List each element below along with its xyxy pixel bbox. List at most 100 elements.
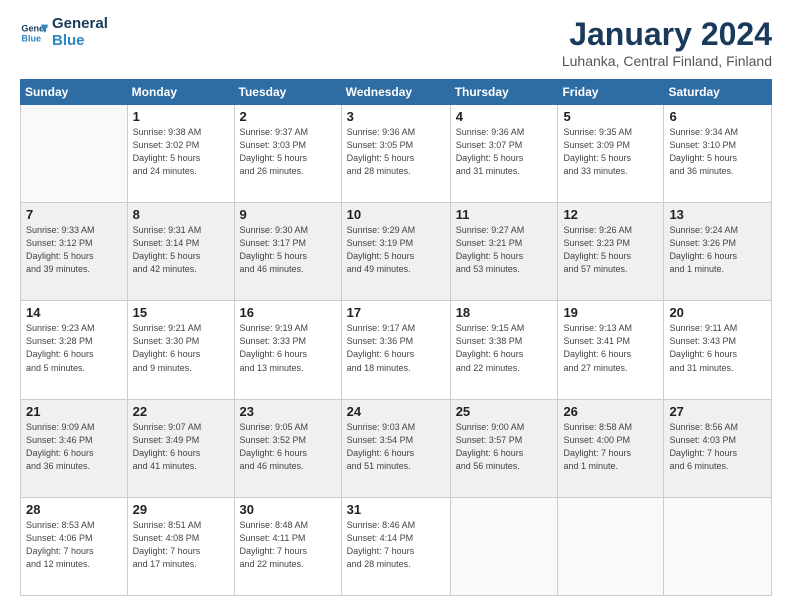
day-info: Sunrise: 9:19 AM Sunset: 3:33 PM Dayligh… [240,322,336,374]
calendar-cell: 2Sunrise: 9:37 AM Sunset: 3:03 PM Daylig… [234,105,341,203]
logo-text-blue: Blue [52,33,108,50]
calendar-cell: 7 Sunrise: 9:33 AM Sunset: 3:12 PM Daylig… [21,203,128,301]
day-info: Sunrise: 9:35 AM Sunset: 3:09 PM Dayligh… [563,126,658,178]
day-info: Sunrise: 9:30 AM Sunset: 3:17 PM Dayligh… [240,224,336,276]
day-number: 4 [456,109,553,124]
day-info: Sunrise: 8:58 AM Sunset: 4:00 PM Dayligh… [563,421,658,473]
day-info: Sunrise: 8:48 AM Sunset: 4:11 PM Dayligh… [240,519,336,571]
day-number: 25 [456,404,553,419]
calendar-cell: 24Sunrise: 9:03 AM Sunset: 3:54 PM Dayli… [341,399,450,497]
calendar-week-3: 14 Sunrise: 9:23 AM Sunset: 3:28 PM Dayli… [21,301,772,399]
day-number: 7 [26,207,122,222]
calendar-cell: 10Sunrise: 9:29 AM Sunset: 3:19 PM Dayli… [341,203,450,301]
day-info: Sunrise: 9:37 AM Sunset: 3:03 PM Dayligh… [240,126,336,178]
day-number: 3 [347,109,445,124]
calendar-cell: 28Sunrise: 8:53 AM Sunset: 4:06 PM Dayli… [21,497,128,595]
day-number: 30 [240,502,336,517]
calendar-week-1: 1 Sunrise: 9:38 AM Sunset: 3:02 PM Daylig… [21,105,772,203]
calendar-cell: 3 Sunrise: 9:36 AM Sunset: 3:05 PM Daylig… [341,105,450,203]
subtitle: Luhanka, Central Finland, Finland [562,53,772,69]
day-info: Sunrise: 9:23 AM Sunset: 3:28 PM Dayligh… [26,322,122,374]
day-info: Sunrise: 9:13 AM Sunset: 3:41 PM Dayligh… [563,322,658,374]
day-info: Sunrise: 9:31 AM Sunset: 3:14 PM Dayligh… [133,224,229,276]
day-number: 9 [240,207,336,222]
calendar-cell: 26 Sunrise: 8:58 AM Sunset: 4:00 PM Dayli… [558,399,664,497]
calendar-cell: 13 Sunrise: 9:24 AM Sunset: 3:26 PM Dayli… [664,203,772,301]
day-number: 18 [456,305,553,320]
day-info: Sunrise: 9:36 AM Sunset: 3:05 PM Dayligh… [347,126,445,178]
month-title: January 2024 [562,16,772,53]
day-number: 17 [347,305,445,320]
day-info: Sunrise: 9:29 AM Sunset: 3:19 PM Dayligh… [347,224,445,276]
day-number: 14 [26,305,122,320]
day-info: Sunrise: 9:15 AM Sunset: 3:38 PM Dayligh… [456,322,553,374]
day-number: 16 [240,305,336,320]
day-info: Sunrise: 9:05 AM Sunset: 3:52 PM Dayligh… [240,421,336,473]
calendar-cell: 18 Sunrise: 9:15 AM Sunset: 3:38 PM Dayli… [450,301,558,399]
day-number: 6 [669,109,766,124]
day-info: Sunrise: 9:34 AM Sunset: 3:10 PM Dayligh… [669,126,766,178]
day-header-tuesday: Tuesday [234,80,341,105]
calendar-cell: 11 Sunrise: 9:27 AM Sunset: 3:21 PM Dayli… [450,203,558,301]
day-number: 8 [133,207,229,222]
calendar-cell: 14 Sunrise: 9:23 AM Sunset: 3:28 PM Dayli… [21,301,128,399]
day-number: 13 [669,207,766,222]
day-number: 21 [26,404,122,419]
calendar-cell: 29 Sunrise: 8:51 AM Sunset: 4:08 PM Dayli… [127,497,234,595]
day-info: Sunrise: 9:09 AM Sunset: 3:46 PM Dayligh… [26,421,122,473]
day-number: 27 [669,404,766,419]
calendar-week-4: 21 Sunrise: 9:09 AM Sunset: 3:46 PM Dayli… [21,399,772,497]
calendar-cell: 6 Sunrise: 9:34 AM Sunset: 3:10 PM Daylig… [664,105,772,203]
day-info: Sunrise: 9:24 AM Sunset: 3:26 PM Dayligh… [669,224,766,276]
day-info: Sunrise: 9:26 AM Sunset: 3:23 PM Dayligh… [563,224,658,276]
day-number: 20 [669,305,766,320]
day-number: 15 [133,305,229,320]
calendar-cell: 12Sunrise: 9:26 AM Sunset: 3:23 PM Dayli… [558,203,664,301]
day-header-wednesday: Wednesday [341,80,450,105]
day-info: Sunrise: 9:00 AM Sunset: 3:57 PM Dayligh… [456,421,553,473]
header: General Blue General Blue January 2024 L… [20,16,772,69]
logo-text-general: General [52,16,108,33]
day-number: 28 [26,502,122,517]
day-info: Sunrise: 9:38 AM Sunset: 3:02 PM Dayligh… [133,126,229,178]
calendar-cell [664,497,772,595]
calendar-cell: 23 Sunrise: 9:05 AM Sunset: 3:52 PM Dayli… [234,399,341,497]
day-number: 11 [456,207,553,222]
day-header-friday: Friday [558,80,664,105]
day-info: Sunrise: 8:56 AM Sunset: 4:03 PM Dayligh… [669,421,766,473]
day-info: Sunrise: 9:33 AM Sunset: 3:12 PM Dayligh… [26,224,122,276]
day-info: Sunrise: 9:27 AM Sunset: 3:21 PM Dayligh… [456,224,553,276]
calendar-cell: 27 Sunrise: 8:56 AM Sunset: 4:03 PM Dayli… [664,399,772,497]
calendar-cell: 19Sunrise: 9:13 AM Sunset: 3:41 PM Dayli… [558,301,664,399]
day-number: 26 [563,404,658,419]
svg-text:Blue: Blue [21,33,41,43]
calendar-cell: 8 Sunrise: 9:31 AM Sunset: 3:14 PM Daylig… [127,203,234,301]
day-info: Sunrise: 8:46 AM Sunset: 4:14 PM Dayligh… [347,519,445,571]
day-number: 23 [240,404,336,419]
logo: General Blue General Blue [20,16,108,49]
calendar-cell [558,497,664,595]
day-info: Sunrise: 9:11 AM Sunset: 3:43 PM Dayligh… [669,322,766,374]
day-number: 5 [563,109,658,124]
page: General Blue General Blue January 2024 L… [0,0,792,612]
calendar-cell: 21 Sunrise: 9:09 AM Sunset: 3:46 PM Dayli… [21,399,128,497]
day-number: 31 [347,502,445,517]
calendar-cell: 25 Sunrise: 9:00 AM Sunset: 3:57 PM Dayli… [450,399,558,497]
calendar-cell: 9 Sunrise: 9:30 AM Sunset: 3:17 PM Daylig… [234,203,341,301]
calendar-cell: 16 Sunrise: 9:19 AM Sunset: 3:33 PM Dayli… [234,301,341,399]
calendar-cell: 20 Sunrise: 9:11 AM Sunset: 3:43 PM Dayli… [664,301,772,399]
day-number: 29 [133,502,229,517]
day-header-monday: Monday [127,80,234,105]
day-number: 22 [133,404,229,419]
calendar-week-5: 28Sunrise: 8:53 AM Sunset: 4:06 PM Dayli… [21,497,772,595]
day-number: 1 [133,109,229,124]
calendar-cell [450,497,558,595]
calendar-cell: 17Sunrise: 9:17 AM Sunset: 3:36 PM Dayli… [341,301,450,399]
logo-icon: General Blue [20,19,48,47]
day-info: Sunrise: 8:51 AM Sunset: 4:08 PM Dayligh… [133,519,229,571]
calendar-cell: 22Sunrise: 9:07 AM Sunset: 3:49 PM Dayli… [127,399,234,497]
calendar-cell: 4 Sunrise: 9:36 AM Sunset: 3:07 PM Daylig… [450,105,558,203]
day-info: Sunrise: 9:36 AM Sunset: 3:07 PM Dayligh… [456,126,553,178]
calendar-cell: 5 Sunrise: 9:35 AM Sunset: 3:09 PM Daylig… [558,105,664,203]
calendar-table: SundayMondayTuesdayWednesdayThursdayFrid… [20,79,772,596]
